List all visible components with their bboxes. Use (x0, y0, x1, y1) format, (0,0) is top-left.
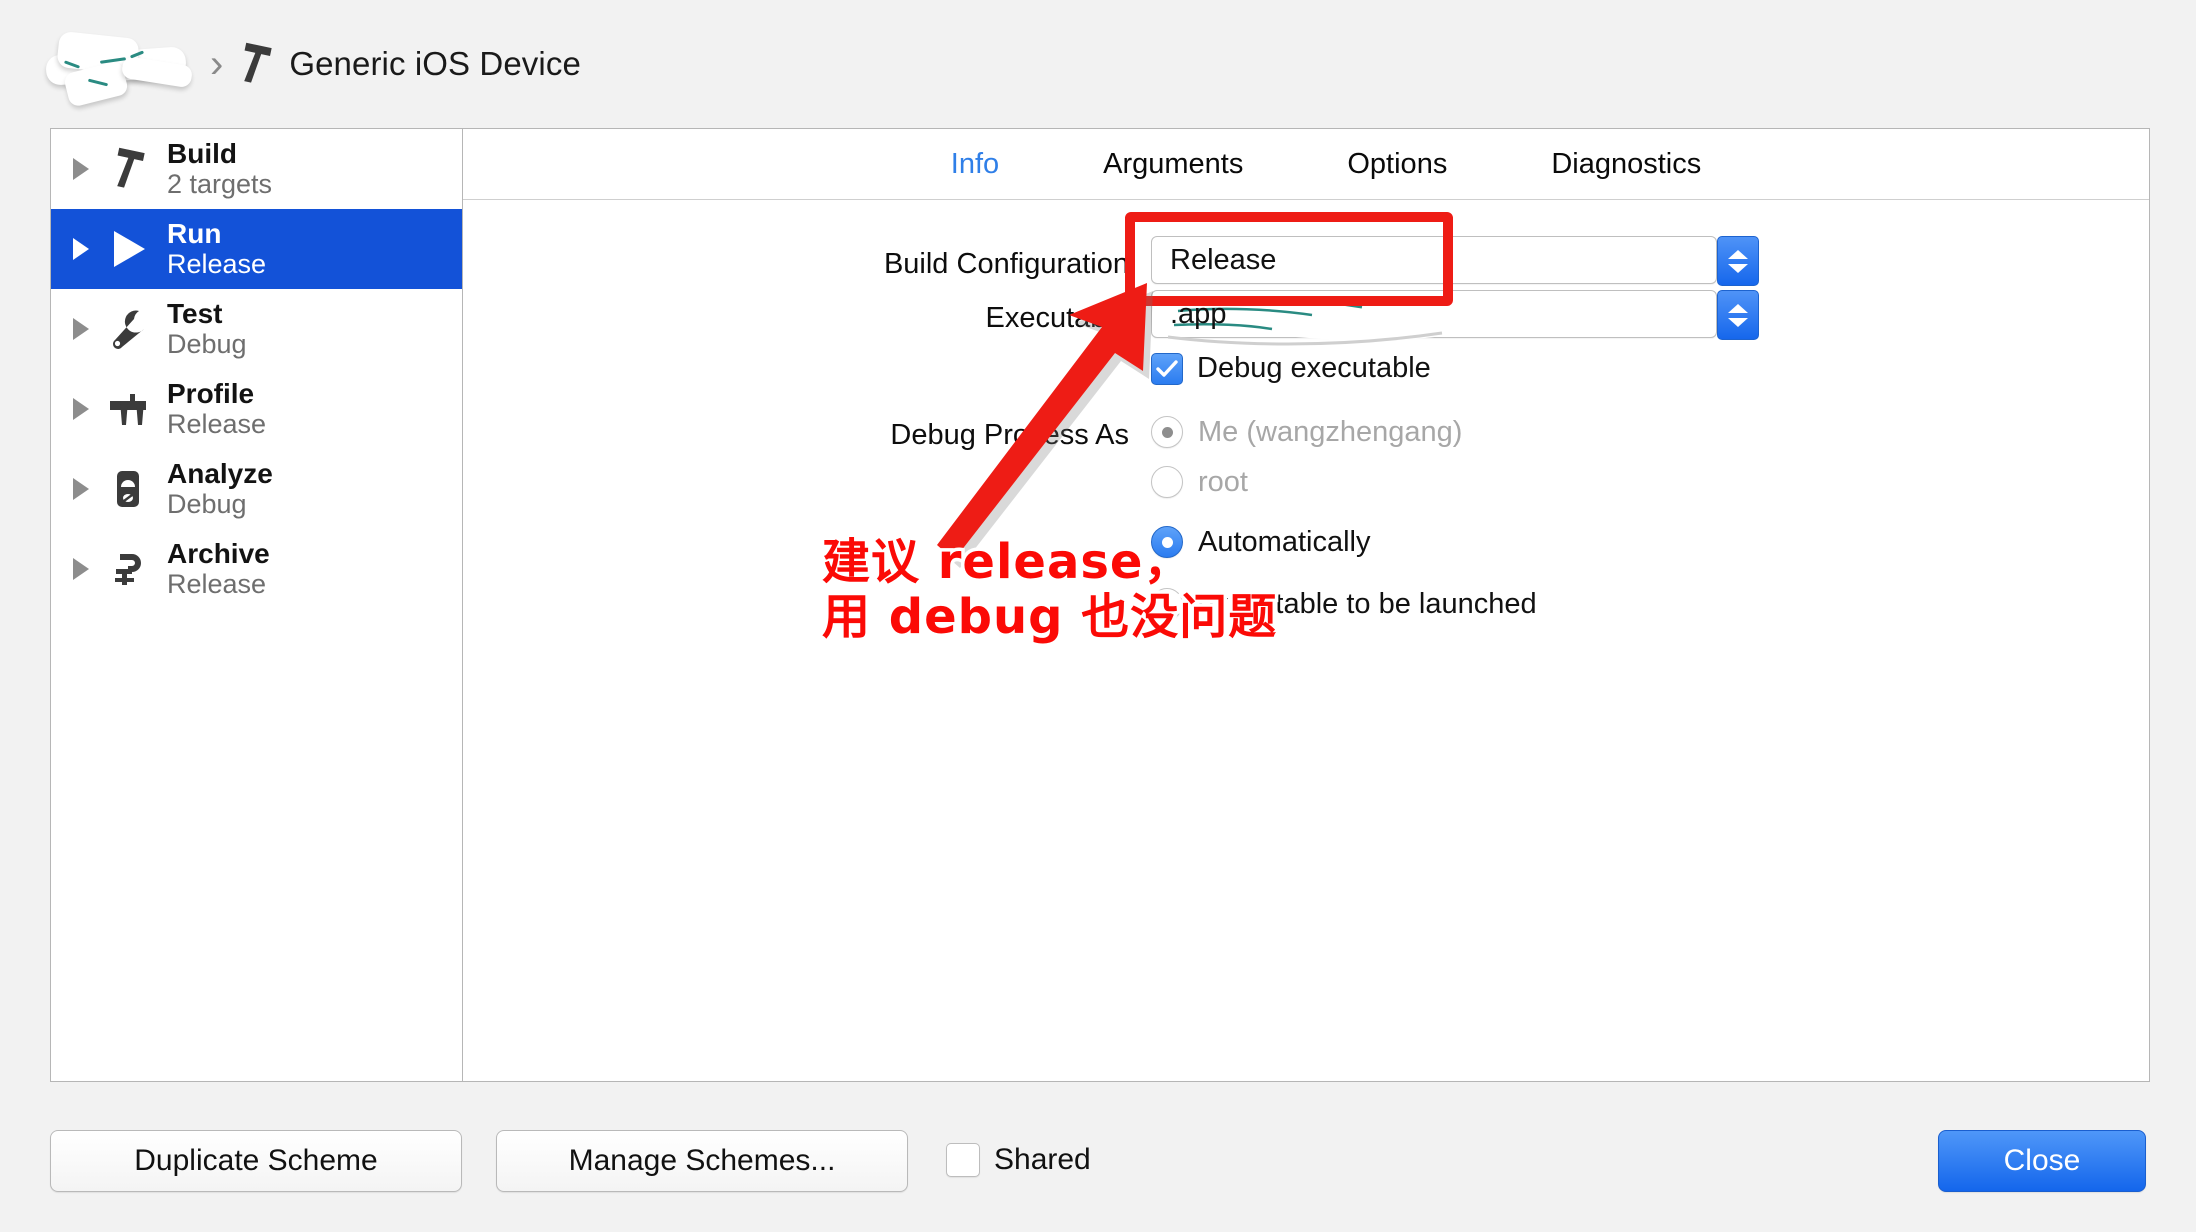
debug-executable-label: Debug executable (1197, 352, 1431, 384)
sidebar-item-subtitle: Debug (167, 489, 247, 520)
annotation-chinese-note: 建议 release，用 debug 也没问题 (818, 531, 1279, 648)
sidebar-item-subtitle: Release (167, 249, 267, 280)
destination-label: Generic iOS Device (289, 45, 581, 82)
play-icon (105, 226, 151, 272)
executable-label: Executable (985, 302, 1130, 334)
duplicate-scheme-button[interactable]: Duplicate Scheme (50, 1130, 462, 1192)
annotation-line-1: 建议 release， (818, 531, 1194, 593)
detail-tabbar: Info Arguments Options Diagnostics (463, 129, 2149, 200)
radio-me[interactable] (1151, 416, 1183, 448)
sidebar-item-subtitle: 2 targets (167, 169, 273, 200)
disclosure-triangle-icon[interactable] (73, 157, 89, 180)
debug-process-as-row: Debug Process As Me (wangzhengang) root (463, 407, 2149, 507)
hammer-icon (244, 42, 272, 83)
sidebar-item-title: Profile (167, 377, 255, 409)
executable-row: Executable .app Debug executable (463, 290, 2149, 385)
stethoscope-icon (105, 466, 151, 512)
sidebar-item-archive[interactable]: Archive Release (51, 529, 462, 609)
clamp-icon (105, 546, 151, 592)
hammer-icon (105, 146, 151, 192)
breadcrumb-chevron-icon: › (210, 42, 224, 86)
sidebar-item-title: Build (167, 137, 237, 169)
chevron-up-icon (1728, 249, 1748, 259)
sidebar-item-subtitle: Release (167, 569, 267, 600)
launch-row: Automatically executable to be launched (463, 517, 2149, 629)
disclosure-triangle-icon[interactable] (73, 237, 89, 260)
build-configuration-select[interactable]: Release (1151, 236, 1759, 286)
debug-executable-checkbox[interactable] (1151, 352, 1183, 385)
tab-options[interactable]: Options (1347, 148, 1447, 181)
chevron-down-icon (1728, 317, 1748, 327)
sidebar-item-run[interactable]: Run Release (51, 209, 462, 289)
wrench-icon (105, 306, 151, 352)
annotation-line-2: 用 debug 也没问题 (818, 586, 1279, 648)
chevron-up-icon (1728, 303, 1748, 313)
window-titlebar: › Generic iOS Device (0, 0, 2196, 128)
caliper-icon (105, 386, 151, 432)
sidebar-item-subtitle: Debug (167, 329, 247, 360)
sidebar-item-profile[interactable]: Profile Release (51, 369, 462, 449)
launch-option-wait[interactable]: executable to be launched (1151, 579, 2149, 629)
sidebar-item-title: Run (167, 217, 222, 249)
debug-executable-row[interactable]: Debug executable (1151, 352, 2149, 385)
shared-checkbox[interactable] (946, 1143, 980, 1177)
launch-option-automatically[interactable]: Automatically (1151, 517, 2149, 567)
sidebar-item-title: Test (167, 297, 223, 329)
executable-value: .app (1170, 297, 1227, 330)
build-configuration-value: Release (1170, 243, 1277, 276)
close-button[interactable]: Close (1938, 1130, 2146, 1192)
sidebar-item-title: Archive (167, 537, 270, 569)
debug-process-as-option-root[interactable]: root (1151, 457, 2149, 507)
shared-checkbox-row[interactable]: Shared (946, 1143, 1091, 1177)
sidebar-item-analyze[interactable]: Analyze Debug (51, 449, 462, 529)
disclosure-triangle-icon[interactable] (73, 397, 89, 420)
disclosure-triangle-icon[interactable] (73, 477, 89, 500)
scheme-name-redacted (36, 30, 204, 108)
tab-diagnostics[interactable]: Diagnostics (1551, 148, 1701, 181)
build-configuration-stepper[interactable] (1717, 236, 1759, 286)
sidebar-item-subtitle: Release (167, 409, 267, 440)
build-configuration-row: Build Configuration Release (463, 236, 2149, 286)
launch-label (463, 517, 1151, 529)
radio-root-label: root (1198, 465, 1248, 498)
debug-process-as-option-me[interactable]: Me (wangzhengang) (1151, 407, 2149, 457)
checkmark-icon (1156, 359, 1178, 377)
build-configuration-label: Build Configuration (883, 248, 1129, 280)
sidebar-item-test[interactable]: Test Debug (51, 289, 462, 369)
scheme-actions-sidebar: Build 2 targets Run Release Test Debug P… (51, 129, 463, 1081)
disclosure-triangle-icon[interactable] (73, 317, 89, 340)
shared-label: Shared (994, 1143, 1091, 1176)
executable-stepper[interactable] (1717, 290, 1759, 340)
manage-schemes-button[interactable]: Manage Schemes... (496, 1130, 908, 1192)
radio-me-label: Me (wangzhengang) (1198, 415, 1463, 448)
sidebar-item-title: Analyze (167, 457, 273, 489)
scheme-detail-pane: Info Arguments Options Diagnostics Build… (463, 129, 2149, 1081)
debug-process-as-label: Debug Process As (890, 419, 1129, 451)
executable-select[interactable]: .app (1151, 290, 1759, 346)
tab-arguments[interactable]: Arguments (1103, 148, 1243, 181)
sidebar-item-build[interactable]: Build 2 targets (51, 129, 462, 209)
disclosure-triangle-icon[interactable] (73, 557, 89, 580)
info-form: Build Configuration Release Executable .… (463, 200, 2149, 629)
tab-info[interactable]: Info (951, 148, 999, 181)
chevron-down-icon (1728, 263, 1748, 273)
radio-root[interactable] (1151, 466, 1183, 498)
